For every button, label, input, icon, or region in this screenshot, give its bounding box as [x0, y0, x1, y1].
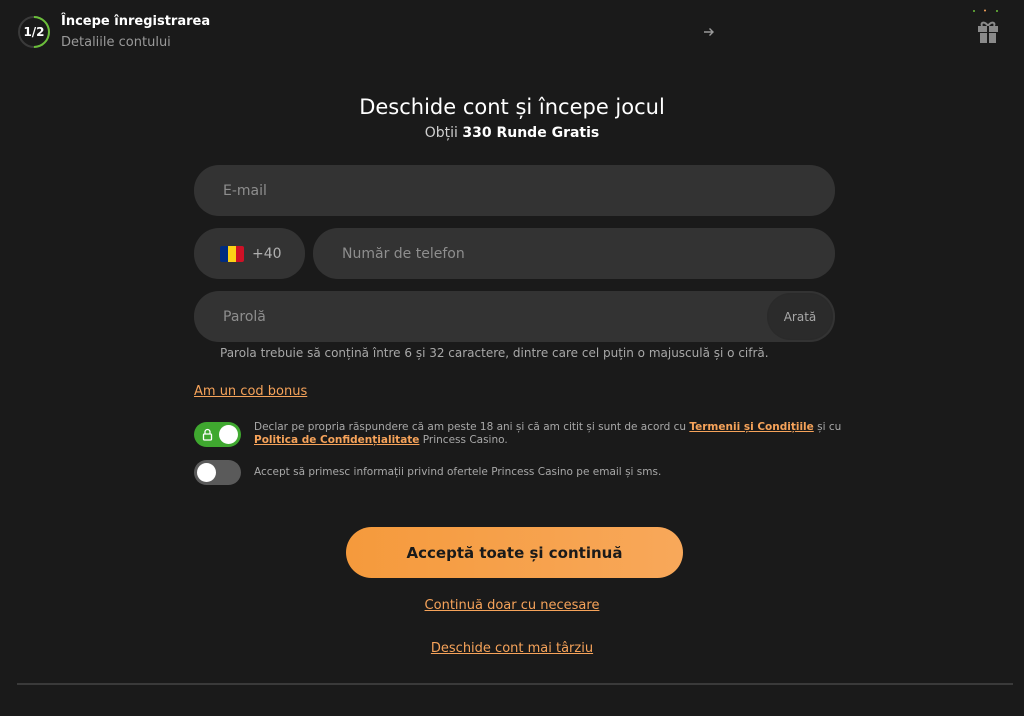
- divider: [17, 683, 1013, 685]
- free-spins-offer: 330 Runde Gratis: [462, 125, 600, 141]
- password-field-wrapper: Arată: [194, 291, 835, 342]
- page-subtitle: Obții 330 Runde Gratis: [0, 125, 1024, 141]
- page-title: Deschide cont și începe jocul: [359, 95, 665, 119]
- register-later-link-row: Deschide cont mai târziu: [0, 641, 1024, 656]
- country-code-value: +40: [252, 245, 282, 262]
- terms-suffix: Princess Casino.: [422, 434, 508, 446]
- necessary-only-link-row: Continuă doar cu necesare: [0, 598, 1024, 613]
- terms-toggle[interactable]: [194, 422, 241, 447]
- accept-all-button[interactable]: Acceptă toate și continuă: [346, 527, 683, 578]
- gift-icon[interactable]: [977, 20, 999, 44]
- email-field-wrapper: [194, 165, 835, 216]
- phone-field[interactable]: [313, 228, 835, 279]
- marketing-toggle[interactable]: [194, 460, 241, 485]
- romania-flag-icon: [220, 245, 244, 262]
- necessary-only-link[interactable]: Continuă doar cu necesare: [425, 598, 600, 613]
- registration-page: 1/2 Începe înregistrarea Detaliile contu…: [0, 0, 1024, 716]
- toggle-knob: [197, 463, 216, 482]
- email-field[interactable]: [194, 165, 835, 216]
- password-field[interactable]: [194, 291, 835, 342]
- arrow-right-icon: [701, 23, 717, 41]
- step-subtitle: Detaliile contului: [61, 35, 171, 50]
- privacy-policy-link[interactable]: Politica de Confidențialitate: [254, 434, 419, 446]
- sparkle-icon: [973, 9, 998, 12]
- terms-consent-text: Declar pe propria răspundere că am peste…: [254, 421, 844, 447]
- lock-icon: [202, 428, 213, 441]
- step-title: Începe înregistrarea: [61, 14, 211, 29]
- terms-middle: și cu: [817, 421, 842, 433]
- country-code-select[interactable]: +40: [194, 228, 305, 279]
- password-hint: Parola trebuie să conțină între 6 și 32 …: [220, 346, 769, 360]
- step-progress-indicator: 1/2: [18, 16, 50, 48]
- terms-link[interactable]: Termenii și Condițiile: [689, 421, 813, 433]
- bonus-code-link[interactable]: Am un cod bonus: [194, 384, 307, 399]
- subtitle-prefix: Obții: [424, 125, 458, 141]
- step-counter: 1/2: [23, 25, 45, 39]
- register-later-link[interactable]: Deschide cont mai târziu: [431, 641, 593, 656]
- show-password-button[interactable]: Arată: [767, 293, 833, 340]
- toggle-knob: [219, 425, 238, 444]
- terms-prefix: Declar pe propria răspundere că am peste…: [254, 421, 687, 433]
- phone-field-wrapper: [313, 228, 835, 279]
- marketing-consent-text: Accept să primesc informații privind ofe…: [254, 466, 662, 478]
